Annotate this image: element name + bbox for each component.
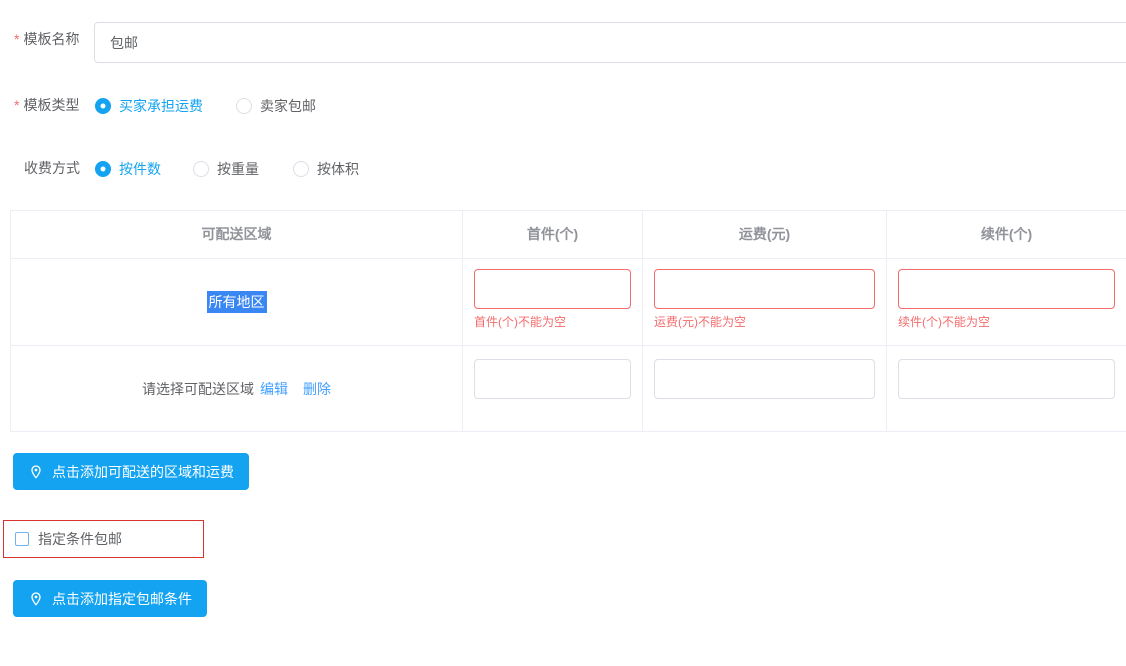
shipping-fee-error: 运费(元)不能为空 [654, 309, 875, 328]
radio-icon [95, 98, 111, 114]
table-row-all-regions: 所有地区 首件(个)不能为空 运费(元)不能为空 续件(个)不能为空 [11, 259, 1126, 346]
free-shipping-condition-box: 指定条件包邮 [3, 520, 204, 558]
edit-region-link[interactable]: 编辑 [260, 379, 288, 399]
radio-icon [236, 98, 252, 114]
radio-label: 买家承担运费 [119, 96, 203, 116]
radio-by-piece[interactable]: 按件数 [95, 159, 161, 179]
radio-icon [193, 161, 209, 177]
shipping-fee-input[interactable] [654, 269, 875, 309]
template-type-label: *模板类型 [14, 97, 79, 113]
additional-piece-input[interactable] [898, 359, 1115, 399]
add-condition-button[interactable]: 点击添加指定包邮条件 [13, 580, 207, 617]
free-shipping-checkbox[interactable] [15, 532, 29, 546]
table-row-select-region: 请选择可配送区域 编辑 删除 [11, 346, 1126, 432]
shipping-fee-cell: 运费(元)不能为空 [643, 259, 887, 346]
shipping-template-form: *模板名称 *模板类型 买家承担运费 卖家包邮 收费方式 按件数 按重量 按体积 [0, 0, 1126, 666]
shipping-fee-input[interactable] [654, 359, 875, 399]
template-type-radio-group: 买家承担运费 卖家包邮 [95, 96, 316, 116]
add-region-button[interactable]: 点击添加可配送的区域和运费 [13, 453, 249, 490]
radio-icon [95, 161, 111, 177]
region-cell: 请选择可配送区域 编辑 删除 [11, 346, 463, 432]
first-piece-input[interactable] [474, 269, 631, 309]
first-piece-cell [463, 346, 643, 432]
charge-method-label: 收费方式 [24, 160, 80, 176]
header-shipping-fee: 运费(元) [643, 211, 887, 259]
charge-method-radio-group: 按件数 按重量 按体积 [95, 159, 359, 179]
add-region-button-label: 点击添加可配送的区域和运费 [52, 462, 234, 482]
radio-buyer-pays[interactable]: 买家承担运费 [95, 96, 203, 116]
add-condition-button-label: 点击添加指定包邮条件 [52, 589, 192, 609]
shipping-fee-table: 可配送区域 首件(个) 运费(元) 续件(个) 所有地区 首件(个)不能为空 运… [10, 210, 1126, 432]
radio-label: 按件数 [119, 159, 161, 179]
additional-piece-input[interactable] [898, 269, 1115, 309]
shipping-fee-cell [643, 346, 887, 432]
first-piece-cell: 首件(个)不能为空 [463, 259, 643, 346]
additional-piece-cell [887, 346, 1126, 432]
select-region-text: 请选择可配送区域 [142, 379, 254, 399]
radio-label: 卖家包邮 [260, 96, 316, 116]
free-shipping-checkbox-label[interactable]: 指定条件包邮 [38, 529, 122, 549]
radio-seller-free-shipping[interactable]: 卖家包邮 [236, 96, 316, 116]
radio-label: 按体积 [317, 159, 359, 179]
radio-by-volume[interactable]: 按体积 [293, 159, 359, 179]
radio-icon [293, 161, 309, 177]
radio-by-weight[interactable]: 按重量 [193, 159, 259, 179]
required-asterisk: * [14, 31, 19, 47]
location-pin-icon [28, 464, 44, 480]
header-delivery-region: 可配送区域 [11, 211, 463, 259]
additional-piece-error: 续件(个)不能为空 [898, 309, 1115, 328]
additional-piece-cell: 续件(个)不能为空 [887, 259, 1126, 346]
region-cell: 所有地区 [11, 259, 463, 346]
template-name-input[interactable] [94, 22, 1126, 63]
required-asterisk: * [14, 97, 19, 113]
first-piece-input[interactable] [474, 359, 631, 399]
first-piece-error: 首件(个)不能为空 [474, 309, 631, 328]
all-regions-text: 所有地区 [207, 291, 267, 313]
delete-region-link[interactable]: 删除 [303, 379, 331, 399]
template-name-label: *模板名称 [14, 31, 79, 47]
header-first-piece: 首件(个) [463, 211, 643, 259]
location-pin-icon [28, 591, 44, 607]
radio-label: 按重量 [217, 159, 259, 179]
table-header-row: 可配送区域 首件(个) 运费(元) 续件(个) [11, 211, 1126, 259]
header-additional-piece: 续件(个) [887, 211, 1126, 259]
